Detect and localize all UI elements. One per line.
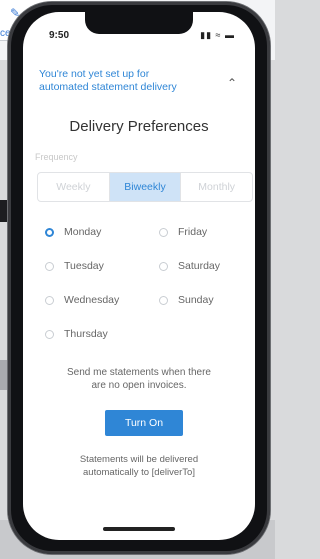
turn-on-button[interactable]: Turn On	[105, 410, 183, 436]
delivery-note-line-2: automatically to [deliverTo]	[83, 467, 195, 478]
radio-icon[interactable]	[45, 329, 54, 339]
radio-icon[interactable]	[159, 227, 168, 237]
radio-checked-icon[interactable]	[45, 227, 54, 237]
day-label: Tuesday	[64, 260, 104, 272]
day-option-tuesday[interactable]: Tuesday	[45, 258, 104, 274]
day-option-friday[interactable]: Friday	[159, 224, 207, 240]
chevron-up-icon[interactable]: ⌃	[227, 76, 237, 90]
delivery-note-line-1: Statements will be delivered	[79, 454, 199, 465]
status-icons: ▮▮ ≈ ▬	[200, 30, 235, 40]
radio-icon[interactable]	[45, 295, 54, 305]
frequency-segmented-control: Weekly Biweekly Monthly	[37, 172, 253, 202]
radio-icon[interactable]	[159, 261, 168, 271]
radio-icon[interactable]	[159, 295, 168, 305]
day-label: Saturday	[178, 260, 221, 272]
home-indicator	[103, 527, 175, 531]
status-bar: 9:50 ▮▮ ≈ ▬	[23, 30, 255, 46]
day-option-monday[interactable]: Monday	[45, 224, 101, 240]
banner-text: You're not yet set up for automated stat…	[39, 68, 209, 94]
banner-line-2: automated statement delivery	[39, 81, 177, 93]
radio-icon[interactable]	[45, 261, 54, 271]
phone-screen: 9:50 ▮▮ ≈ ▬ You're not yet set up for au…	[23, 12, 255, 540]
day-label: Sunday	[178, 294, 214, 306]
frequency-option-biweekly[interactable]: Biweekly	[108, 173, 182, 201]
day-label: Wednesday	[64, 294, 120, 306]
banner-line-1: You're not yet set up for	[39, 68, 150, 80]
day-option-sunday[interactable]: Sunday	[159, 292, 214, 308]
day-option-saturday[interactable]: Saturday	[159, 258, 220, 274]
setup-banner[interactable]: You're not yet set up for automated stat…	[39, 68, 239, 100]
status-time: 9:50	[49, 30, 70, 41]
frequency-option-monthly[interactable]: Monthly	[181, 173, 252, 201]
phone-frame: 9:50 ▮▮ ≈ ▬ You're not yet set up for au…	[8, 2, 270, 554]
no-invoices-option[interactable]: Send me statements when there are no ope…	[23, 366, 255, 392]
no-invoices-line-1: Send me statements when there	[67, 367, 211, 378]
frequency-option-weekly[interactable]: Weekly	[38, 173, 109, 201]
day-label: Thursday	[64, 328, 108, 340]
delivery-note: Statements will be delivered automatical…	[23, 453, 255, 479]
page-title: Delivery Preferences	[69, 118, 209, 135]
no-invoices-line-2: are no open invoices.	[91, 380, 187, 391]
day-option-thursday[interactable]: Thursday	[45, 326, 108, 342]
day-label: Monday	[64, 226, 102, 238]
day-option-wednesday[interactable]: Wednesday	[45, 292, 119, 308]
day-label: Friday	[178, 226, 208, 238]
frequency-label: Frequency	[35, 152, 78, 162]
